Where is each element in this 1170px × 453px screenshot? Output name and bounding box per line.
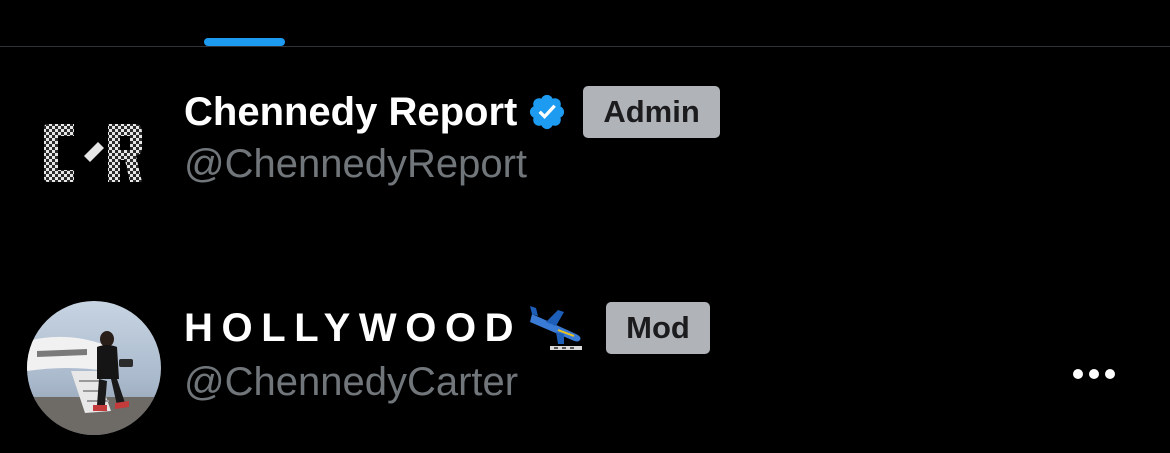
active-tab-indicator: [204, 38, 285, 46]
avatar[interactable]: [28, 90, 160, 222]
role-badge-mod: Mod: [606, 302, 710, 354]
member-row-hollywood[interactable]: HOLLYWOOD Mod @ChennedyCarter: [0, 292, 1170, 442]
more-horizontal-icon: [1073, 369, 1115, 379]
name-line: HOLLYWOOD Mod: [184, 300, 710, 356]
verified-badge-icon: [527, 92, 567, 132]
avatar[interactable]: [27, 301, 161, 435]
profile-photo-icon: [27, 301, 161, 435]
name-line: Chennedy Report Admin: [184, 84, 720, 140]
member-row-chennedy-report[interactable]: Chennedy Report Admin @ChennedyReport: [0, 62, 1170, 212]
user-handle: @ChennedyCarter: [184, 360, 519, 404]
user-handle: @ChennedyReport: [184, 142, 528, 186]
display-name: Chennedy Report: [184, 89, 518, 134]
more-options-button[interactable]: [1062, 352, 1126, 396]
chennedy-report-logo-icon: [44, 124, 142, 182]
display-name: HOLLYWOOD: [184, 305, 523, 350]
airplane-arriving-icon: [528, 304, 586, 352]
role-badge-admin: Admin: [583, 86, 720, 138]
tab-bar-divider: [0, 46, 1170, 47]
